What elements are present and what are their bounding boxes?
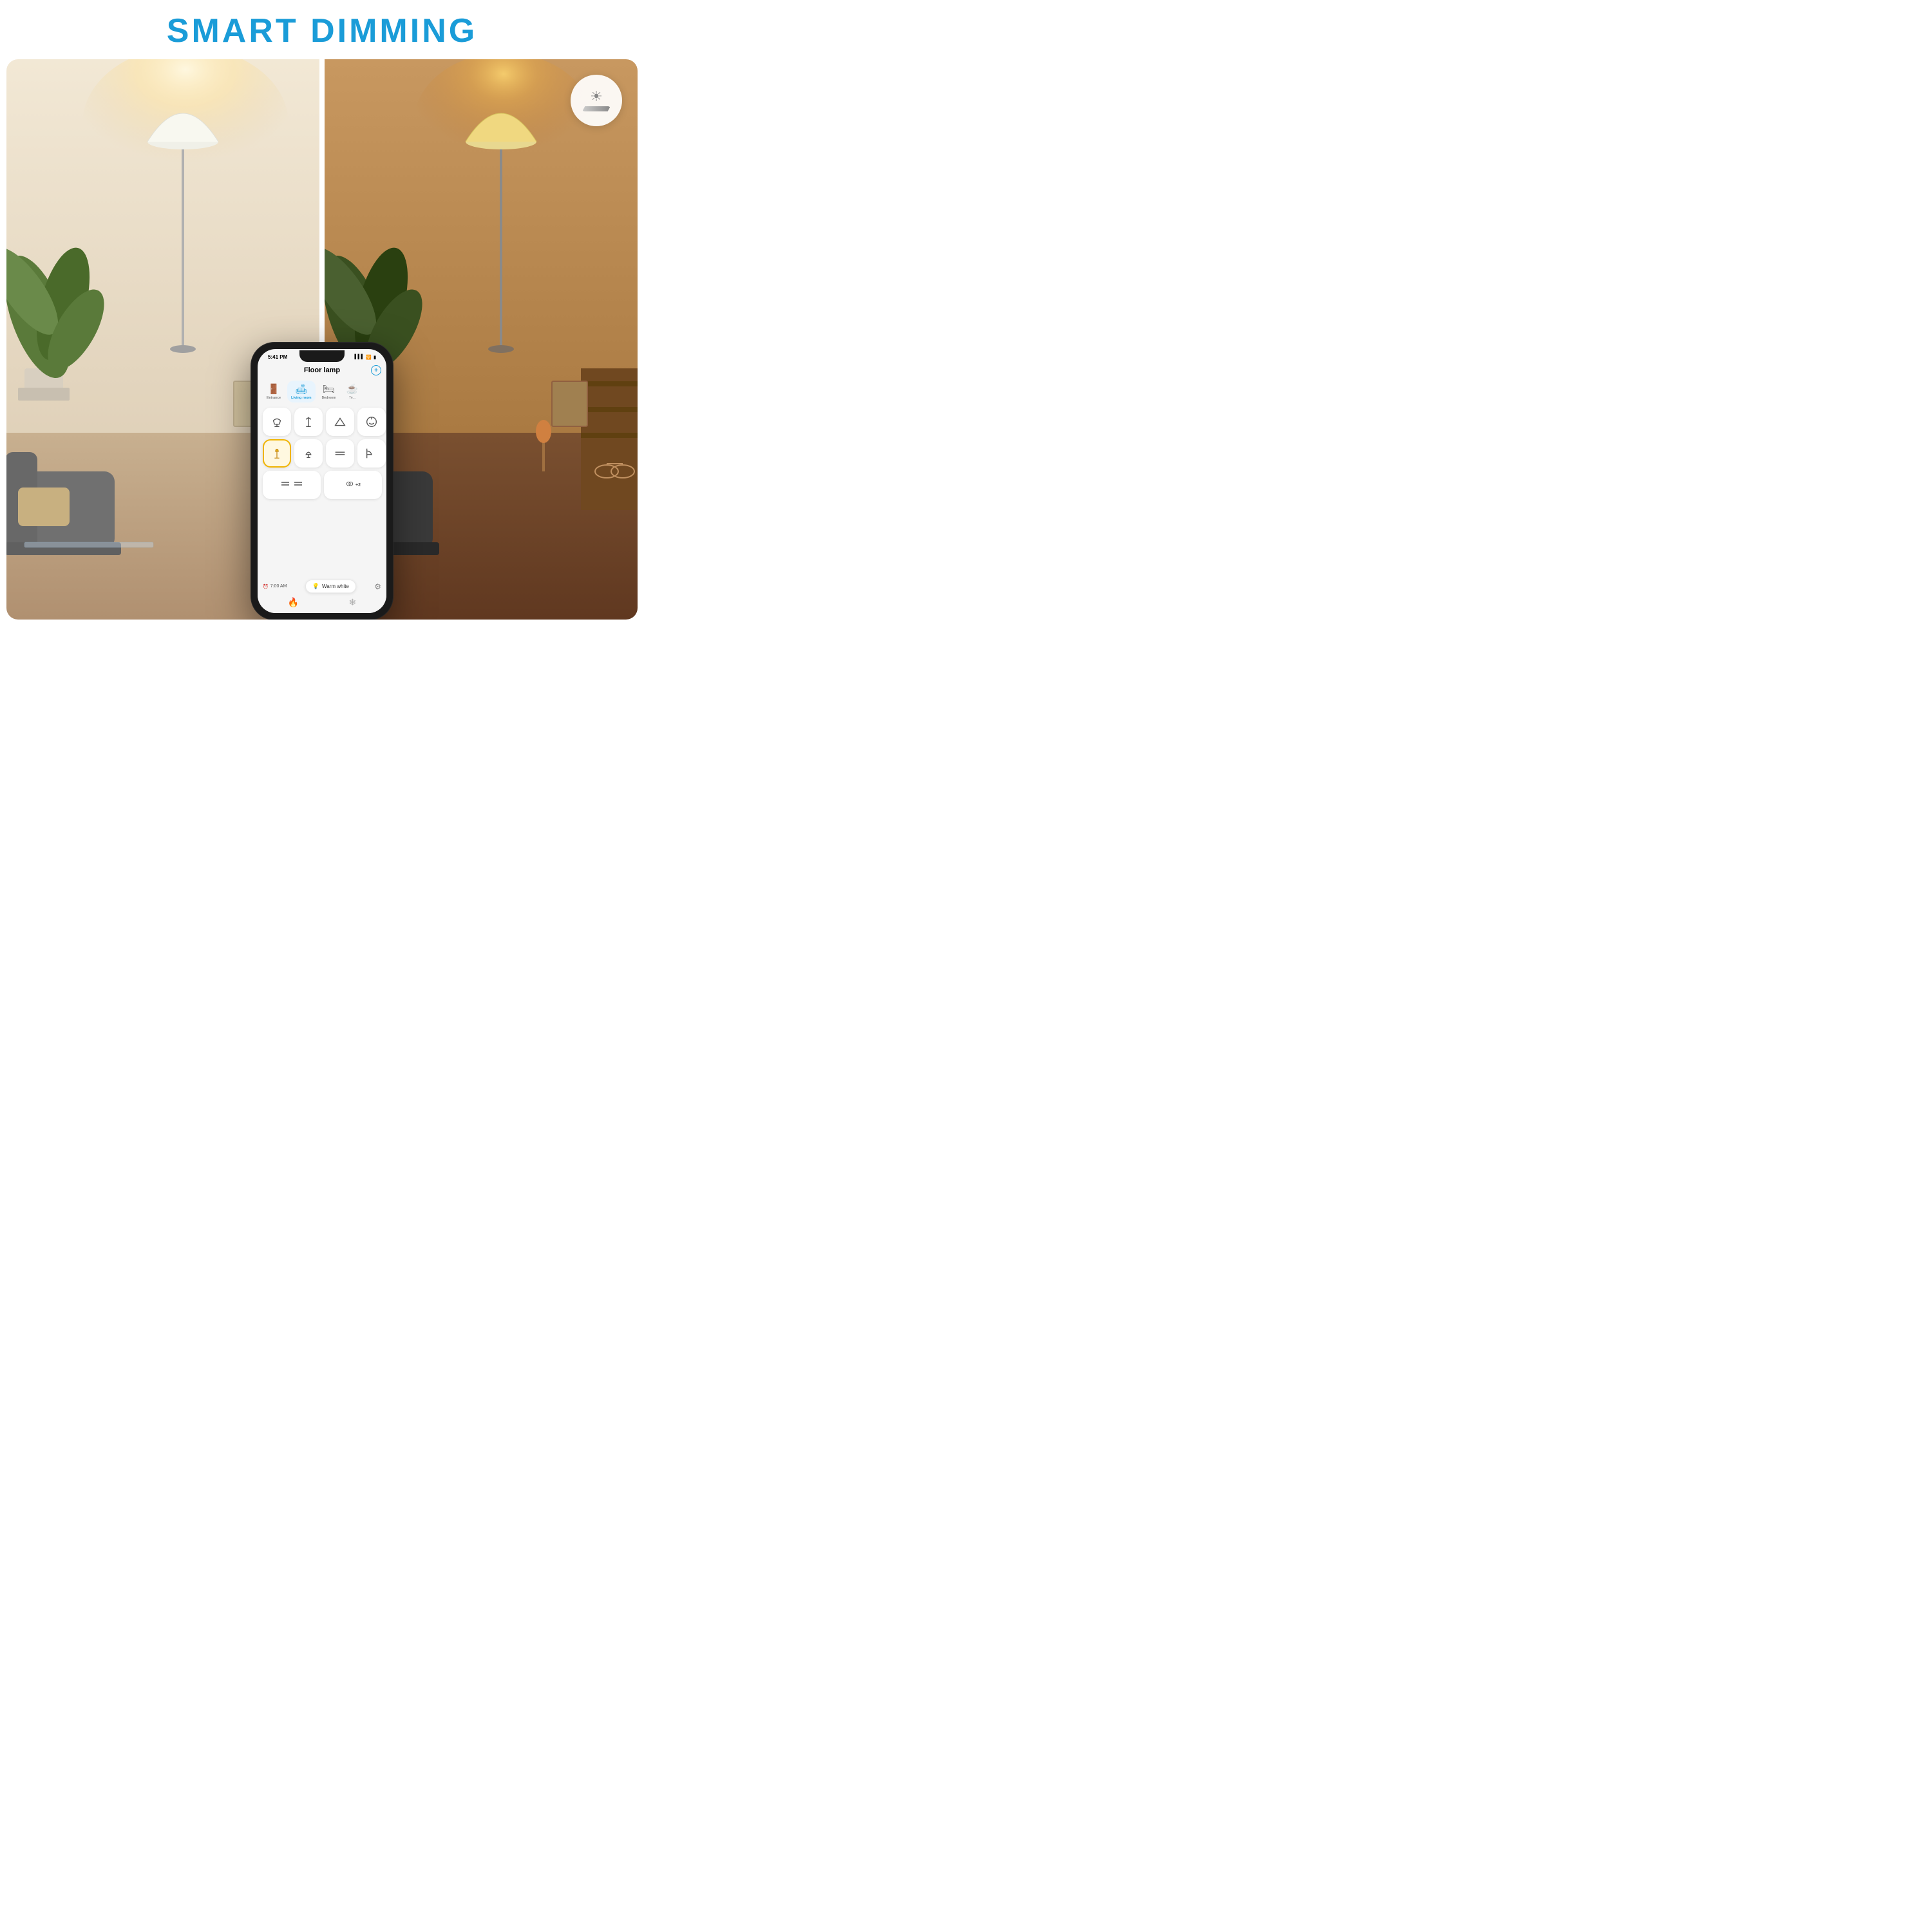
- add-room-button[interactable]: +: [371, 365, 381, 375]
- device-group-2[interactable]: +2: [324, 471, 382, 499]
- phone-bottom-bar: ⏰ 7:00 AM 💡 Warm white ⚙: [258, 576, 386, 613]
- snowflake-icon[interactable]: ❄: [349, 597, 357, 608]
- alarm-icon: ⏰: [263, 584, 269, 589]
- tab-bedroom[interactable]: 🛏 Bedroom: [318, 381, 340, 402]
- bedroom-label: Bedroom: [322, 396, 336, 400]
- settings-button[interactable]: ⚙: [374, 581, 381, 592]
- device-ceiling-lamp[interactable]: [263, 408, 291, 436]
- wifi-icon: 🛜: [366, 355, 372, 360]
- bulb-icon: 💡: [312, 583, 319, 590]
- other-room-label: Te...: [349, 396, 355, 400]
- phone-screen: 5:41 PM ▌▌▌ 🛜 ▮ Floor lamp +: [258, 349, 386, 613]
- page-title: SMART DIMMING: [167, 12, 477, 50]
- app-title: Floor lamp: [273, 366, 371, 374]
- settings-gear-icon: ⚙: [374, 582, 381, 591]
- other-room-icon: ☕: [346, 383, 359, 395]
- entrance-label: Entrance: [267, 396, 281, 400]
- images-container: ☀ 5:41 PM ▌▌▌ 🛜 ▮: [6, 59, 638, 620]
- color-temperature-button[interactable]: 💡 Warm white: [305, 580, 356, 593]
- schedule-time: 7:00 AM: [270, 584, 287, 589]
- bottom-nav: 🔥 ❄: [263, 596, 381, 609]
- device-outlet[interactable]: [357, 408, 386, 436]
- living-room-icon: 🛋: [295, 383, 307, 395]
- page-wrapper: SMART DIMMING: [0, 0, 644, 644]
- tab-other[interactable]: ☕ Te...: [343, 381, 363, 402]
- device-wall-lamp[interactable]: [357, 439, 386, 468]
- tab-entrance[interactable]: 🚪 Entrance: [263, 381, 285, 402]
- status-icons: ▌▌▌ 🛜 ▮: [355, 355, 376, 360]
- battery-icon: ▮: [374, 355, 376, 360]
- living-room-label: Living room: [291, 396, 311, 400]
- bedroom-icon: 🛏: [323, 383, 335, 395]
- phone-content: Floor lamp + 🚪 Entrance 🛋 Living ro: [258, 363, 386, 502]
- dimmer-bar: [582, 106, 611, 111]
- tab-living-room[interactable]: 🛋 Living room: [287, 381, 315, 402]
- device-grid-row1: [263, 408, 381, 436]
- room-tabs: 🚪 Entrance 🛋 Living room 🛏 Bedroom: [263, 381, 381, 402]
- dimmer-badge: ☀: [571, 75, 622, 126]
- sun-dimmer-icon: ☀: [590, 90, 603, 104]
- phone-notch: [299, 350, 345, 362]
- warm-white-label: Warm white: [322, 583, 349, 589]
- header: SMART DIMMING: [167, 0, 477, 59]
- device-standing-lamp[interactable]: [263, 439, 291, 468]
- schedule-badge[interactable]: ⏰ 7:00 AM: [263, 584, 287, 589]
- app-header: Floor lamp +: [263, 365, 381, 375]
- device-strip-light[interactable]: [326, 439, 354, 468]
- fire-icon[interactable]: 🔥: [288, 597, 299, 608]
- entrance-icon: 🚪: [268, 383, 280, 395]
- device-grid-row2: [263, 439, 381, 468]
- device-table-lamp[interactable]: [294, 439, 323, 468]
- device-dimmer[interactable]: [326, 408, 354, 436]
- device-group-1[interactable]: [263, 471, 321, 499]
- device-grid-row3: +2: [263, 471, 381, 499]
- device-floor-lamp[interactable]: [294, 408, 323, 436]
- signal-icon: ▌▌▌: [355, 355, 365, 359]
- phone-outer: 5:41 PM ▌▌▌ 🛜 ▮ Floor lamp +: [251, 343, 393, 620]
- status-time: 5:41 PM: [268, 354, 287, 360]
- phone-mockup: 5:41 PM ▌▌▌ 🛜 ▮ Floor lamp +: [251, 343, 393, 620]
- bottom-controls-row: ⏰ 7:00 AM 💡 Warm white ⚙: [263, 580, 381, 593]
